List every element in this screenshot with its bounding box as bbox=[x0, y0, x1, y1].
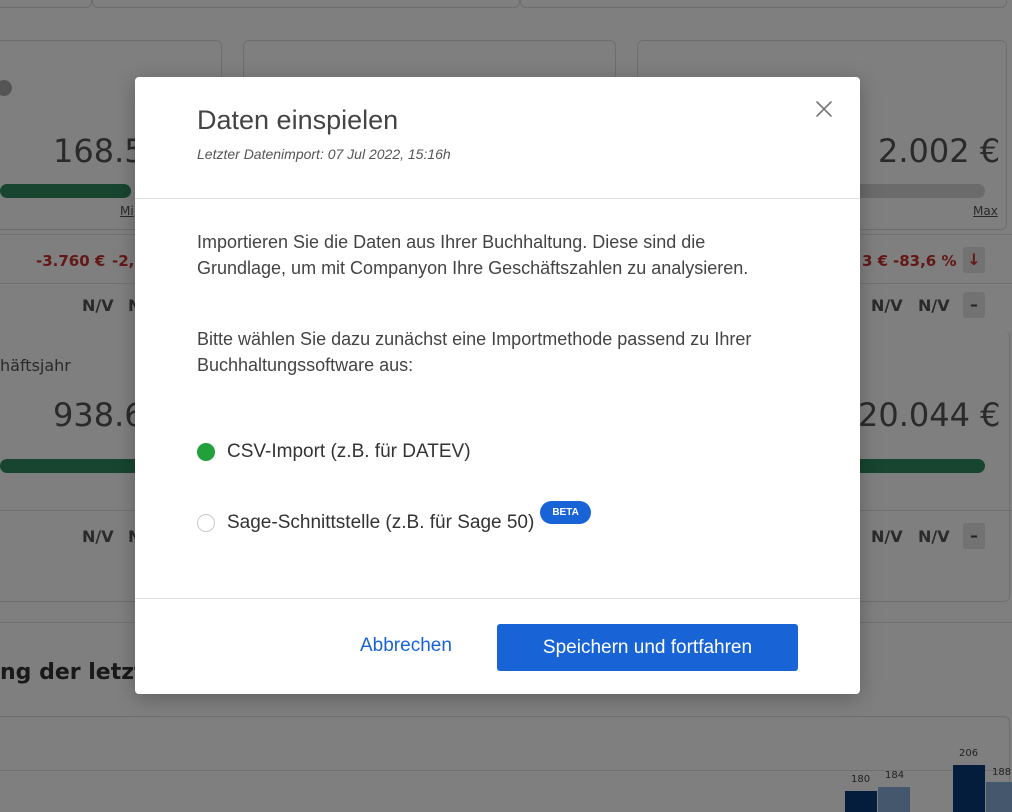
beta-badge: BETA bbox=[540, 501, 591, 524]
save-and-continue-button[interactable]: Speichern und fortfahren bbox=[497, 624, 798, 671]
last-import-timestamp: Letzter Datenimport: 07 Jul 2022, 15:16h bbox=[197, 146, 451, 162]
dialog-footer-divider bbox=[135, 598, 860, 599]
close-icon[interactable] bbox=[812, 97, 836, 121]
dialog-instruction-text: Bitte wählen Sie dazu zunächst eine Impo… bbox=[197, 329, 752, 375]
option-sage-interface[interactable]: Sage-Schnittstelle (z.B. für Sage 50) BE… bbox=[197, 501, 591, 534]
dialog-header-divider bbox=[135, 198, 860, 199]
radio-unselected-icon[interactable] bbox=[197, 513, 215, 532]
dialog-intro-text: Importieren Sie die Daten aus Ihrer Buch… bbox=[197, 232, 749, 278]
dialog-title: Daten einspielen bbox=[197, 105, 399, 135]
option-csv-import[interactable]: CSV-Import (z.B. für DATEV) bbox=[197, 441, 471, 463]
option-label: Sage-Schnittstelle (z.B. für Sage 50) bbox=[227, 511, 535, 533]
radio-selected-icon[interactable] bbox=[197, 443, 215, 461]
option-label: CSV-Import (z.B. für DATEV) bbox=[227, 441, 471, 462]
import-dialog: Daten einspielen Letzter Datenimport: 07… bbox=[135, 77, 860, 694]
cancel-button[interactable]: Abbrechen bbox=[360, 635, 452, 657]
